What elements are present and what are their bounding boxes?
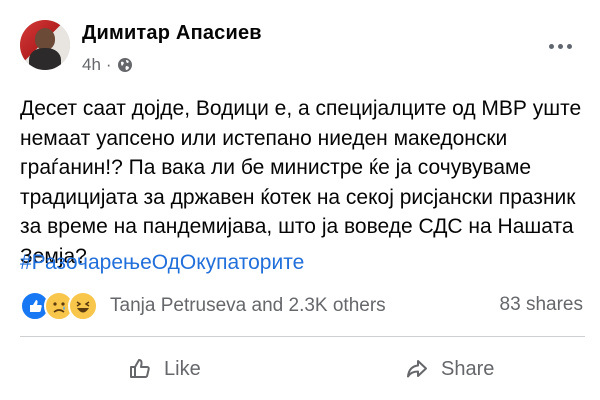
share-label: Share [441,357,495,380]
post-text: Десет саат дојде, Водици е, а специјалци… [20,97,582,268]
author-name[interactable]: Димитар Апасиев [82,22,262,45]
reactions-summary[interactable]: Tanja Petruseva and 2.3K others [20,290,386,322]
globe-icon[interactable] [117,57,133,73]
post-time[interactable]: 4h [82,55,101,75]
avatar[interactable] [20,20,70,70]
more-options-icon[interactable] [545,36,575,56]
like-button[interactable]: Like [128,346,201,392]
facebook-post: Димитар Апасиев 4h · Десет саат дојде, В… [0,0,600,400]
shares-count[interactable]: 83 shares [500,294,583,316]
hashtag-link[interactable]: #РазочарењеОдОкупаторите [20,251,304,275]
haha-reaction-icon [68,291,98,321]
thumbs-up-icon [130,359,150,378]
meta-separator: · [105,55,112,74]
avatar-body [29,48,61,70]
reactors-text[interactable]: Tanja Petruseva and 2.3K others [110,295,386,317]
avatar-head [35,28,55,50]
divider [20,336,585,337]
post-meta: 4h · [82,54,133,76]
share-button[interactable]: Share [405,346,494,392]
share-arrow-icon [407,360,427,378]
like-label: Like [164,357,201,380]
